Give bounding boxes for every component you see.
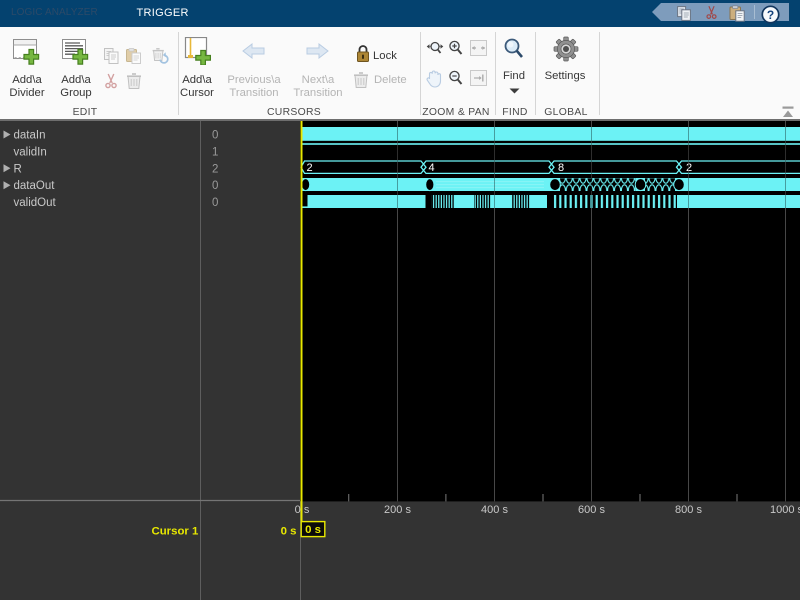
svg-text:600 s: 600 s: [578, 504, 605, 516]
svg-text:0 s: 0 s: [305, 524, 321, 536]
svg-text:0: 0: [212, 197, 218, 209]
svg-text:0: 0: [212, 130, 218, 142]
svg-text:200 s: 200 s: [384, 504, 411, 516]
svg-text:0: 0: [212, 180, 218, 192]
svg-text:4: 4: [429, 162, 435, 174]
svg-text:validOut: validOut: [14, 197, 57, 209]
svg-text:Cursor 1: Cursor 1: [152, 526, 200, 538]
svg-text:2: 2: [307, 162, 313, 174]
svg-text:2: 2: [212, 163, 218, 175]
svg-text:dataIn: dataIn: [14, 130, 46, 142]
svg-text:400 s: 400 s: [481, 504, 508, 516]
svg-text:1000 s: 1000 s: [770, 504, 800, 516]
svg-text:?: ?: [767, 7, 774, 21]
svg-text:R: R: [14, 163, 22, 175]
svg-text:0 s: 0 s: [281, 526, 297, 538]
svg-text:2: 2: [686, 162, 692, 174]
svg-text:dataOut: dataOut: [14, 180, 56, 192]
svg-text:8: 8: [558, 162, 564, 174]
svg-text:validIn: validIn: [14, 146, 47, 158]
svg-text:1: 1: [212, 146, 218, 158]
svg-text:800 s: 800 s: [675, 504, 702, 516]
